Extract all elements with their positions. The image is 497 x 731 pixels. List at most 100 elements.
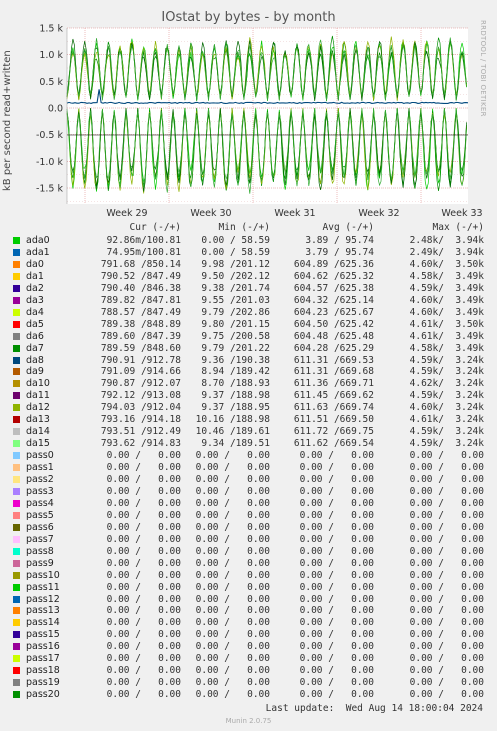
- legend-row: pass0 0.00 / 0.00 0.00 / 0.00 0.00 / 0.00 0.…: [0, 450, 497, 461]
- legend-max: 0.00 / 0.00: [409, 497, 484, 509]
- legend-swatch: [13, 583, 20, 591]
- legend-max: 0.00 / 0.00: [409, 485, 484, 497]
- legend-name: pass19: [26, 677, 60, 689]
- legend-row: ada1 74.95m/100.81 0.00 / 58.59 3.79 / 95.7…: [0, 247, 497, 258]
- legend-avg: 0.00 / 0.00: [299, 497, 374, 509]
- legend-cur: 92.86m/100.81: [106, 235, 181, 246]
- legend-min: 9.79 /201.22: [201, 342, 270, 354]
- legend-cur: 0.00 / 0.00: [106, 689, 181, 701]
- legend-avg: 0.00 / 0.00: [299, 533, 374, 545]
- legend-swatch: [13, 344, 20, 352]
- legend-swatch: [13, 607, 20, 615]
- legend-max: 4.59k/ 3.49k: [409, 282, 484, 294]
- legend-row: pass7 0.00 / 0.00 0.00 / 0.00 0.00 / 0.00 0.…: [0, 534, 497, 545]
- legend-row: da3 789.82 /847.81 9.55 /201.03 604.32 /625…: [0, 295, 497, 306]
- legend-swatch: [13, 691, 20, 699]
- legend-avg: 611.45 /669.62: [293, 390, 374, 402]
- legend-row: da12 794.03 /912.04 9.37 /188.95 611.63 /66…: [0, 402, 497, 413]
- legend-cur: 791.09 /914.66: [100, 366, 181, 378]
- legend-min: 9.98 /201.12: [201, 258, 270, 270]
- legend-name: pass18: [26, 665, 60, 677]
- legend-avg: 611.62 /669.54: [293, 438, 374, 450]
- legend-min: 8.94 /189.42: [201, 366, 270, 378]
- legend-min: 0.00 / 0.00: [195, 509, 270, 521]
- legend-row: pass10 0.00 / 0.00 0.00 / 0.00 0.00 / 0.00 0…: [0, 570, 497, 581]
- legend-max: 4.60k/ 3.24k: [409, 402, 484, 414]
- legend-name: da2: [26, 282, 44, 294]
- legend-min: 9.36 /190.38: [201, 354, 270, 366]
- legend-min: 9.37 /188.95: [201, 402, 270, 414]
- legend-avg: 0.00 / 0.00: [299, 677, 374, 689]
- legend-swatch: [13, 380, 20, 388]
- legend-max: 4.61k/ 3.50k: [409, 318, 484, 330]
- legend-min: 9.79 /202.86: [201, 306, 270, 318]
- legend-min: 0.00 / 0.00: [195, 545, 270, 557]
- legend-cur: 789.60 /847.39: [100, 330, 181, 342]
- legend: ada0 92.86m/100.81 0.00 / 58.59 3.89 / 95.7…: [0, 0, 497, 731]
- legend-cur: 0.00 / 0.00: [106, 509, 181, 521]
- legend-row: pass12 0.00 / 0.00 0.00 / 0.00 0.00 / 0.00 0…: [0, 594, 497, 605]
- legend-name: pass4: [26, 497, 54, 509]
- legend-name: pass12: [26, 593, 60, 605]
- legend-swatch: [13, 571, 20, 579]
- legend-cur: 0.00 / 0.00: [106, 533, 181, 545]
- legend-min: 9.38 /201.74: [201, 282, 270, 294]
- legend-swatch: [13, 679, 20, 687]
- legend-row: pass16 0.00 / 0.00 0.00 / 0.00 0.00 / 0.00 0…: [0, 641, 497, 652]
- legend-row: da5 789.38 /848.89 9.80 /201.15 604.50 /625…: [0, 319, 497, 330]
- legend-swatch: [13, 260, 20, 268]
- legend-name: da11: [26, 390, 50, 402]
- legend-cur: 790.40 /846.38: [100, 282, 181, 294]
- legend-avg: 604.50 /625.42: [293, 318, 374, 330]
- legend-min: 0.00 / 0.00: [195, 462, 270, 474]
- legend-swatch: [13, 404, 20, 412]
- legend-max: 0.00 / 0.00: [409, 509, 484, 521]
- legend-name: ada0: [26, 235, 50, 246]
- legend-swatch: [13, 643, 20, 651]
- legend-min: 0.00 / 0.00: [195, 557, 270, 569]
- legend-avg: 604.57 /625.38: [293, 282, 374, 294]
- legend-swatch: [13, 272, 20, 280]
- legend-max: 4.60k/ 3.49k: [409, 306, 484, 318]
- legend-name: da4: [26, 306, 44, 318]
- legend-name: pass20: [26, 689, 60, 701]
- legend-swatch: [13, 368, 20, 376]
- legend-max: 0.00 / 0.00: [409, 593, 484, 605]
- legend-cur: 790.52 /847.49: [100, 270, 181, 282]
- legend-row: pass15 0.00 / 0.00 0.00 / 0.00 0.00 / 0.00 0…: [0, 629, 497, 640]
- legend-name: da14: [26, 426, 50, 438]
- legend-row: da9 791.09 /914.66 8.94 /189.42 611.31 /669…: [0, 366, 497, 377]
- legend-swatch: [13, 631, 20, 639]
- legend-swatch: [13, 237, 20, 244]
- legend-avg: 604.48 /625.48: [293, 330, 374, 342]
- legend-cur: 0.00 / 0.00: [106, 497, 181, 509]
- legend-max: 0.00 / 0.00: [409, 545, 484, 557]
- legend-row: pass8 0.00 / 0.00 0.00 / 0.00 0.00 / 0.00 0.…: [0, 546, 497, 557]
- legend-min: 0.00 / 0.00: [195, 677, 270, 689]
- legend-max: 0.00 / 0.00: [409, 474, 484, 485]
- legend-max: 4.61k/ 3.24k: [409, 414, 484, 426]
- legend-avg: 0.00 / 0.00: [299, 653, 374, 665]
- legend-swatch: [13, 559, 20, 567]
- legend-row: da15 793.62 /914.83 9.34 /189.51 611.62 /66…: [0, 438, 497, 449]
- legend-avg: 611.31 /669.53: [293, 354, 374, 366]
- legend-min: 0.00 / 0.00: [195, 450, 270, 462]
- legend-min: 9.55 /201.03: [201, 294, 270, 306]
- legend-avg: 0.00 / 0.00: [299, 557, 374, 569]
- legend-max: 2.49k/ 3.94k: [409, 246, 484, 258]
- legend-row: pass14 0.00 / 0.00 0.00 / 0.00 0.00 / 0.00 0…: [0, 617, 497, 628]
- legend-name: da7: [26, 342, 44, 354]
- legend-max: 2.48k/ 3.94k: [409, 235, 484, 246]
- legend-swatch: [13, 547, 20, 555]
- legend-row: da2 790.40 /846.38 9.38 /201.74 604.57 /625…: [0, 283, 497, 294]
- legend-name: da0: [26, 258, 44, 270]
- legend-name: pass2: [26, 474, 54, 485]
- legend-min: 0.00 / 0.00: [195, 521, 270, 533]
- legend-cur: 789.59 /848.60: [100, 342, 181, 354]
- legend-name: da1: [26, 270, 44, 282]
- legend-avg: 0.00 / 0.00: [299, 462, 374, 474]
- legend-row: da8 790.91 /912.78 9.36 /190.38 611.31 /669…: [0, 355, 497, 366]
- legend-row: da13 793.16 /914.18 10.16 /188.98 611.51 /6…: [0, 414, 497, 425]
- legend-name: pass3: [26, 485, 54, 497]
- legend-name: da15: [26, 438, 50, 450]
